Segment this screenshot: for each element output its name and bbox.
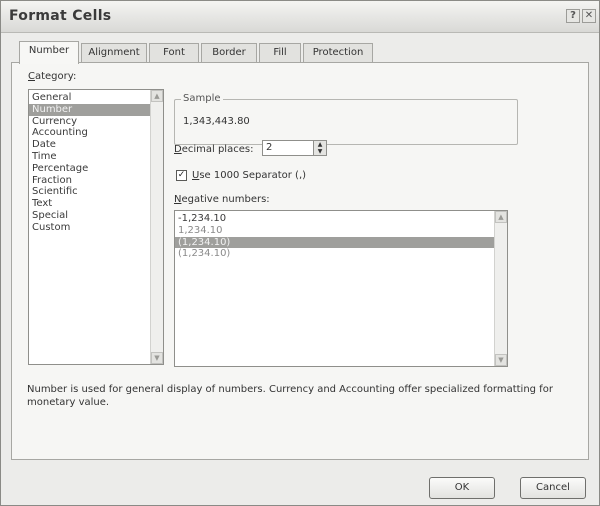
list-item-percentage[interactable]: Percentage	[29, 163, 163, 175]
negative-option-red[interactable]: 1,234.10	[175, 225, 507, 237]
negative-numbers-listbox[interactable]: -1,234.10 1,234.10 (1,234.10) (1,234.10)…	[174, 210, 508, 367]
cancel-button[interactable]: Cancel	[520, 477, 586, 499]
list-item-accounting[interactable]: Accounting	[29, 127, 163, 139]
thousands-separator-checkbox[interactable]: ✓	[176, 170, 187, 181]
ok-button[interactable]: OK	[429, 477, 495, 499]
negative-numbers-scrollbar[interactable]: ▲ ▼	[494, 211, 507, 366]
negative-option-minus[interactable]: -1,234.10	[175, 213, 507, 225]
category-scrollbar[interactable]: ▲ ▼	[150, 90, 163, 364]
thousands-separator-label[interactable]: Use 1000 Separator (,)	[192, 170, 306, 181]
spin-up-icon[interactable]: ▲	[314, 141, 326, 148]
tab-font[interactable]: Font	[149, 43, 199, 63]
dialog-title: Format Cells	[9, 8, 112, 24]
sample-groupbox: Sample 1,343,443.80	[174, 93, 518, 145]
tab-number[interactable]: Number	[19, 41, 79, 64]
negative-option-parentheses[interactable]: (1,234.10)	[175, 236, 507, 249]
negative-numbers-label: Negative numbers:	[174, 194, 270, 205]
list-item-text[interactable]: Text	[29, 198, 163, 210]
scroll-up-arrow-icon[interactable]: ▲	[151, 90, 163, 102]
decimal-places-spinner[interactable]: ▲ ▼	[313, 140, 327, 156]
help-button[interactable]: ?	[566, 9, 580, 23]
tab-protection[interactable]: Protection	[303, 43, 373, 63]
list-item-general[interactable]: General	[29, 92, 163, 104]
title-bar[interactable]: Format Cells ? ✕	[1, 1, 599, 33]
list-item-time[interactable]: Time	[29, 151, 163, 163]
tab-border[interactable]: Border	[201, 43, 257, 63]
list-item-currency[interactable]: Currency	[29, 116, 163, 128]
list-item-number[interactable]: Number	[29, 103, 163, 116]
list-item-custom[interactable]: Custom	[29, 222, 163, 234]
close-button[interactable]: ✕	[582, 9, 596, 23]
decimal-places-input[interactable]: 2	[262, 140, 314, 156]
scroll-down-arrow-icon[interactable]: ▼	[495, 354, 507, 366]
tab-alignment[interactable]: Alignment	[81, 43, 147, 63]
sample-value: 1,343,443.80	[183, 116, 250, 127]
list-item-scientific[interactable]: Scientific	[29, 186, 163, 198]
negative-option-parentheses-red[interactable]: (1,234.10)	[175, 248, 507, 260]
format-cells-dialog: Format Cells ? ✕ Number Alignment Font B…	[0, 0, 600, 506]
list-item-fraction[interactable]: Fraction	[29, 175, 163, 187]
scroll-up-arrow-icon[interactable]: ▲	[495, 211, 507, 223]
decimal-places-label: Decimal places:	[174, 144, 254, 155]
list-item-date[interactable]: Date	[29, 139, 163, 151]
spin-down-icon[interactable]: ▼	[314, 148, 326, 155]
scroll-down-arrow-icon[interactable]: ▼	[151, 352, 163, 364]
sample-legend: Sample	[181, 93, 223, 104]
list-item-special[interactable]: Special	[29, 210, 163, 222]
category-description: Number is used for general display of nu…	[27, 384, 553, 408]
category-listbox[interactable]: General Number Currency Accounting Date …	[28, 89, 164, 365]
tab-fill[interactable]: Fill	[259, 43, 301, 63]
category-label: Category:	[28, 71, 77, 82]
